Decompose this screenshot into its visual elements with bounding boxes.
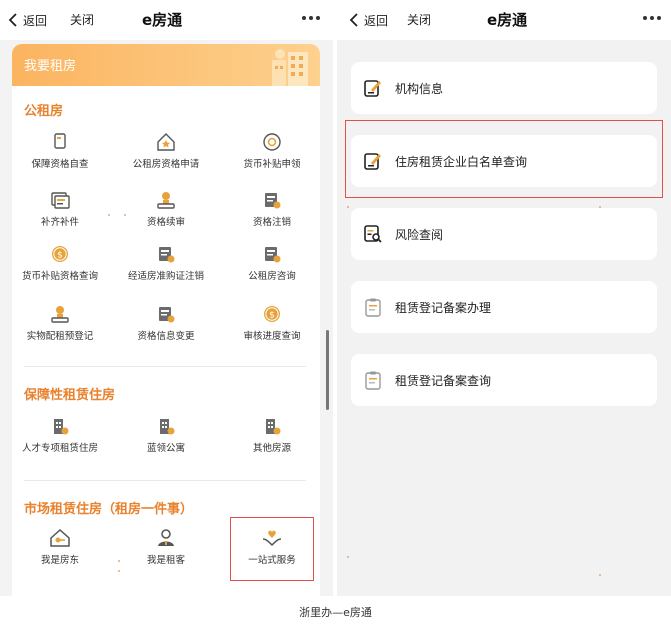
right-page-title: e房通 — [487, 11, 528, 29]
grid-item-label: 公租房资格申请 — [132, 159, 200, 170]
grid-item-info-change[interactable]: 资格信息变更 — [118, 304, 214, 343]
highlight-box-whitelist — [345, 120, 663, 198]
coin-circle-icon — [263, 133, 281, 151]
grid-item-label: 资格注销 — [252, 217, 291, 228]
section-divider — [24, 366, 306, 367]
stamp-icon — [157, 192, 175, 209]
grid-item-physical-rent-preregister[interactable]: 实物配租预登记 — [12, 304, 108, 343]
right-phone-screen: 返回 关闭 e房通 机构信息 住房租赁企业白名单查询 风险查阅 租赁登记备案办理… — [337, 0, 671, 596]
grid-item-label: 货币补贴资格查询 — [21, 271, 98, 282]
left-navbar: 返回 关闭 e房通 — [0, 0, 333, 40]
edit-note-icon — [364, 80, 381, 97]
left-page-title: e房通 — [142, 11, 183, 29]
rent-card: 我要租房 公租房 保障资格自查 公租房资格申请 货币补贴申领 补齐补件 资格续审… — [12, 44, 320, 596]
banner-title: 我要租房 — [24, 59, 77, 74]
grid-item-eligibility-check[interactable]: 保障资格自查 — [12, 132, 108, 171]
section-title-affordable-rental: 保障性租赁住房 — [24, 388, 116, 403]
grid-item-label: 保障资格自查 — [31, 159, 89, 170]
grid-item-landlord[interactable]: 我是房东 — [12, 528, 108, 567]
certificate-icon — [265, 193, 281, 209]
grid-item-label: 补齐补件 — [40, 217, 79, 228]
left-phone-screen: 返回 关闭 e房通 我要租房 公租房 保障资格自查 公租房资格申请 货币补贴申领… — [0, 0, 333, 596]
more-icon[interactable] — [302, 16, 320, 20]
clipboard-icon — [365, 298, 381, 317]
menu-item-label: 风险查阅 — [395, 227, 444, 242]
grid-item-subsidy-claim[interactable]: 货币补贴申领 — [224, 132, 320, 171]
grid-item-label: 资格续审 — [146, 217, 185, 228]
grid-item-affordable-permit-cancel[interactable]: 经适房准购证注销 — [118, 244, 214, 283]
document-stack-icon — [51, 192, 70, 209]
section-title-market-rental: 市场租赁住房（租房一件事） — [24, 502, 194, 517]
house-key-icon — [50, 528, 70, 547]
right-close-button[interactable]: 关闭 — [407, 9, 431, 31]
building-icon — [160, 419, 175, 435]
menu-item-lease-filing[interactable]: 租赁登记备案办理 — [351, 281, 657, 333]
image-caption: 浙里办—e房通 — [299, 606, 372, 619]
building-icon — [54, 419, 69, 435]
scrollbar[interactable] — [326, 330, 329, 410]
grid-item-label: 我是房东 — [40, 555, 79, 566]
grid-item-label: 公租房咨询 — [248, 271, 296, 282]
grid-item-public-housing-consult[interactable]: 公租房咨询 — [224, 244, 320, 283]
grid-item-label: 货币补贴申领 — [243, 159, 301, 170]
right-back-button[interactable]: 返回 — [349, 9, 388, 31]
grid-item-label: 蓝领公寓 — [146, 443, 185, 454]
menu-item-risk-check[interactable]: 风险查阅 — [351, 208, 657, 260]
grid-item-renewal-review[interactable]: 资格续审 — [118, 190, 214, 229]
svg-text:$: $ — [57, 251, 63, 261]
grid-item-cancel-eligibility[interactable]: 资格注销 — [224, 190, 320, 229]
grid-item-label: 人才专项租赁住房 — [21, 443, 98, 454]
right-navbar: 返回 关闭 e房通 — [337, 0, 671, 40]
highlight-box-one-stop — [230, 517, 314, 581]
menu-item-label: 租赁登记备案办理 — [395, 300, 492, 315]
grid-item-tenant[interactable]: 我是租客 — [118, 528, 214, 567]
person-icon — [158, 529, 174, 546]
dollar-coin-icon: $ — [264, 306, 280, 322]
grid-item-label: 其他房源 — [252, 443, 291, 454]
left-back-button[interactable]: 返回 — [8, 9, 47, 31]
menu-item-label: 租赁登记备案查询 — [395, 373, 492, 388]
grid-item-label: 资格信息变更 — [137, 331, 195, 342]
rent-banner: 我要租房 — [12, 44, 320, 86]
document-search-icon — [364, 225, 382, 243]
grid-item-progress-query[interactable]: $ 审核进度查询 — [224, 304, 320, 343]
menu-item-lease-filing-query[interactable]: 租赁登记备案查询 — [351, 354, 657, 406]
grid-item-supplement[interactable]: 补齐补件 — [12, 190, 108, 229]
section-title-public-housing: 公租房 — [24, 104, 64, 119]
back-label: 返回 — [364, 13, 389, 28]
grid-item-label: 审核进度查询 — [243, 331, 301, 342]
certificate-icon — [159, 247, 175, 263]
grid-item-blue-collar-apartment[interactable]: 蓝领公寓 — [118, 416, 214, 455]
grid-item-talent-rental[interactable]: 人才专项租赁住房 — [12, 416, 108, 455]
stamp-icon — [51, 306, 69, 323]
buildings-illustration-icon — [272, 49, 308, 86]
dollar-coin-icon: $ — [52, 246, 68, 262]
grid-item-subsidy-query[interactable]: $ 货币补贴资格查询 — [12, 244, 108, 283]
grid-item-other-listings[interactable]: 其他房源 — [224, 416, 320, 455]
house-star-icon — [157, 133, 175, 151]
chevron-left-icon — [8, 13, 17, 27]
certificate-icon — [265, 247, 281, 263]
grid-item-label: 经适房准购证注销 — [127, 271, 204, 282]
chevron-left-icon — [349, 13, 358, 27]
menu-item-label: 机构信息 — [395, 81, 444, 96]
more-icon[interactable] — [643, 16, 661, 20]
menu-item-institution-info[interactable]: 机构信息 — [351, 62, 657, 114]
svg-text:$: $ — [269, 311, 275, 321]
grid-item-label: 实物配租预登记 — [26, 331, 94, 342]
checklist-icon — [54, 133, 66, 149]
back-label: 返回 — [23, 13, 48, 28]
section-divider — [24, 480, 306, 481]
left-close-button[interactable]: 关闭 — [70, 9, 94, 31]
grid-item-label: 我是租客 — [146, 555, 185, 566]
grid-item-public-housing-apply[interactable]: 公租房资格申请 — [118, 132, 214, 171]
building-icon — [266, 419, 281, 435]
certificate-icon — [159, 307, 175, 323]
clipboard-icon — [365, 371, 381, 390]
